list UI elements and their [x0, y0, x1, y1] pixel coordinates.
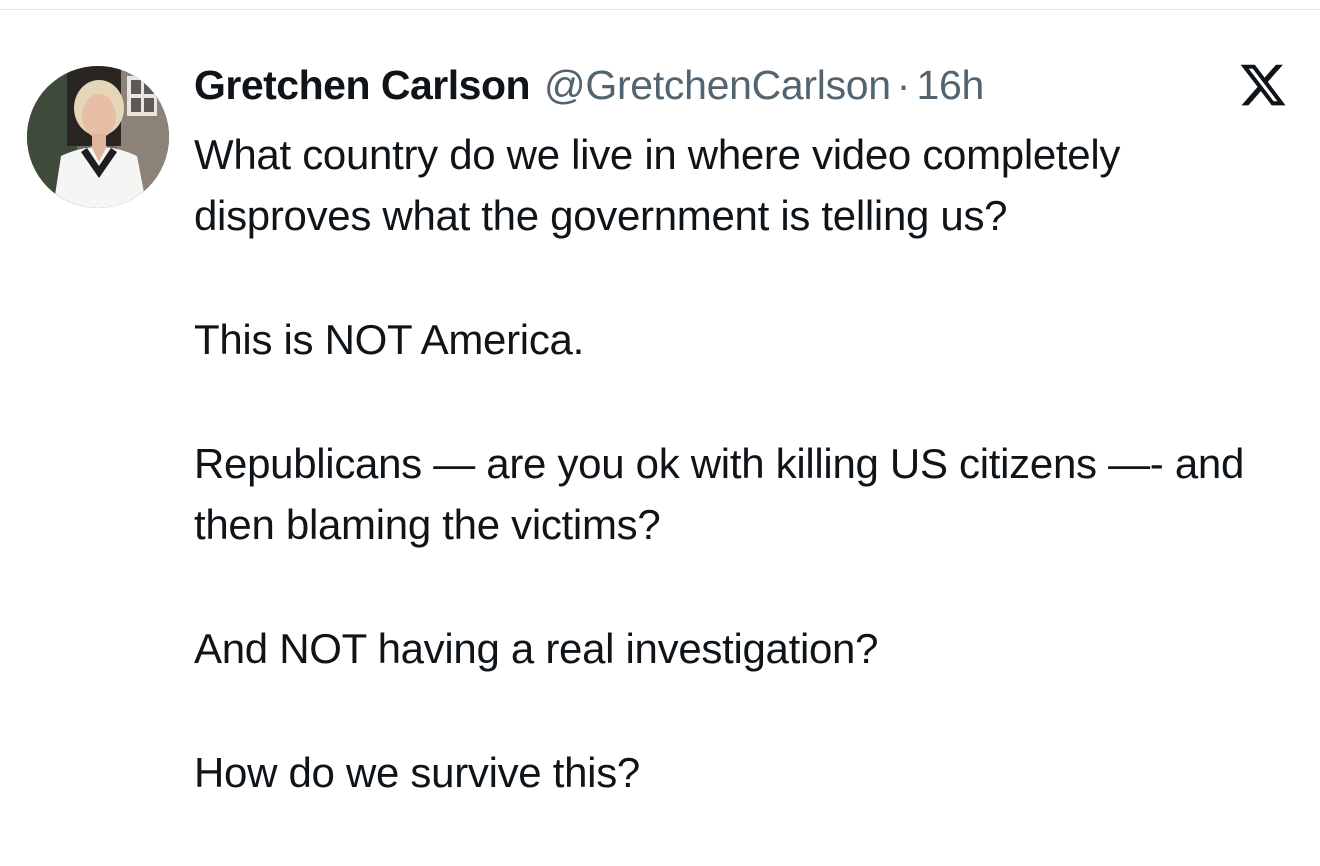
x-logo-icon	[1238, 60, 1288, 110]
separator-dot: ·	[896, 62, 911, 108]
tweet-body: What country do we live in where video c…	[194, 124, 1304, 866]
avatar[interactable]	[27, 66, 169, 208]
tweet-paragraph: And NOT having a real investigation?	[194, 625, 879, 672]
timestamp[interactable]: 16h	[916, 62, 984, 109]
tweet-paragraph: What country do we live in where video c…	[194, 131, 1121, 239]
tweet-card: Gretchen Carlson @GretchenCarlson · 16h …	[0, 0, 1320, 815]
profile-photo-icon	[27, 66, 169, 208]
tweet-paragraph: Republicans — are you ok with killing US…	[194, 440, 1244, 548]
tweet-paragraph: This is NOT America.	[194, 316, 584, 363]
display-name[interactable]: Gretchen Carlson	[194, 62, 531, 109]
user-handle[interactable]: @GretchenCarlson	[544, 62, 891, 109]
tweet-paragraph: How do we survive this?	[194, 749, 640, 796]
tweet-header: Gretchen Carlson @GretchenCarlson · 16h	[194, 62, 984, 114]
